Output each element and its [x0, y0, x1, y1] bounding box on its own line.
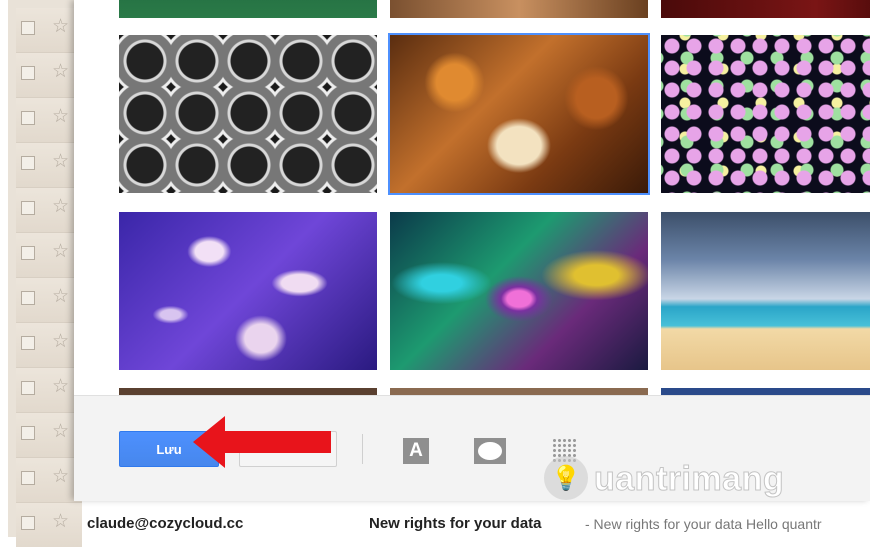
- star-icon[interactable]: ☆: [52, 62, 69, 81]
- row-checkbox[interactable]: [21, 336, 35, 350]
- inbox-row[interactable]: ☆: [16, 368, 82, 413]
- row-checkbox[interactable]: [21, 426, 35, 440]
- theme-thumbnail-bokeh-lights[interactable]: [661, 35, 870, 193]
- inbox-row[interactable]: ☆: [16, 278, 82, 323]
- inbox-row[interactable]: ☆: [16, 233, 82, 278]
- watermark: 💡 uantrimang: [544, 456, 844, 502]
- row-checkbox[interactable]: [21, 201, 35, 215]
- star-icon[interactable]: ☆: [52, 197, 69, 216]
- email-snippet: - New rights for your data Hello quantr: [585, 516, 822, 532]
- star-icon[interactable]: ☆: [52, 242, 69, 261]
- theme-grid: [74, 0, 870, 395]
- theme-thumbnail-row3-right[interactable]: [661, 388, 870, 395]
- theme-thumbnail-row3-left[interactable]: [119, 388, 377, 395]
- email-subject: New rights for your data: [369, 515, 542, 532]
- text-background-icon[interactable]: A: [403, 438, 429, 464]
- inbox-row[interactable]: ☆: [16, 323, 82, 368]
- star-icon[interactable]: ☆: [52, 422, 69, 441]
- blur-icon[interactable]: [552, 438, 576, 462]
- theme-thumbnail-beach[interactable]: [661, 212, 870, 370]
- theme-thumbnail-jellyfish[interactable]: [119, 212, 377, 370]
- row-checkbox[interactable]: [21, 246, 35, 260]
- watermark-text: uantrimang: [593, 460, 785, 499]
- row-checkbox[interactable]: [21, 381, 35, 395]
- row-checkbox[interactable]: [21, 291, 35, 305]
- email-row[interactable]: claude@cozycloud.cc New rights for your …: [82, 510, 870, 537]
- lightbulb-icon: 💡: [544, 456, 588, 500]
- inbox-row[interactable]: ☆: [16, 413, 82, 458]
- toolbar-divider: [362, 434, 363, 464]
- inbox-list-background: ☆ ☆ ☆ ☆ ☆ ☆ ☆ ☆ ☆ ☆ ☆ ☆: [0, 0, 82, 547]
- star-icon[interactable]: ☆: [52, 377, 69, 396]
- annotation-arrow: [193, 416, 331, 468]
- theme-thumbnail-autumn-top[interactable]: [390, 0, 648, 18]
- inbox-row[interactable]: ☆: [16, 503, 82, 547]
- row-checkbox[interactable]: [21, 111, 35, 125]
- theme-thumbnail-red-top[interactable]: [661, 0, 870, 18]
- inbox-row[interactable]: ☆: [16, 8, 82, 53]
- theme-thumbnail-steel-pipes[interactable]: [119, 35, 377, 193]
- inbox-row[interactable]: ☆: [16, 188, 82, 233]
- star-icon[interactable]: ☆: [52, 107, 69, 126]
- star-icon[interactable]: ☆: [52, 152, 69, 171]
- star-icon[interactable]: ☆: [52, 17, 69, 36]
- inbox-row[interactable]: ☆: [16, 458, 82, 503]
- row-checkbox[interactable]: [21, 156, 35, 170]
- star-icon[interactable]: ☆: [52, 512, 69, 531]
- row-checkbox[interactable]: [21, 471, 35, 485]
- inbox-row[interactable]: ☆: [16, 143, 82, 188]
- inbox-row[interactable]: ☆: [16, 98, 82, 143]
- row-checkbox[interactable]: [21, 66, 35, 80]
- star-icon[interactable]: ☆: [52, 332, 69, 351]
- vignette-icon[interactable]: [474, 438, 506, 464]
- row-checkbox[interactable]: [21, 21, 35, 35]
- inbox-row[interactable]: ☆: [16, 53, 82, 98]
- star-icon[interactable]: ☆: [52, 287, 69, 306]
- row-checkbox[interactable]: [21, 516, 35, 530]
- theme-thumbnail-autumn-leaves[interactable]: [388, 33, 650, 195]
- theme-thumbnail-row3-middle[interactable]: [390, 388, 648, 395]
- theme-thumbnail-green-landscape[interactable]: [119, 0, 377, 18]
- email-sender: claude@cozycloud.cc: [87, 515, 244, 532]
- star-icon[interactable]: ☆: [52, 467, 69, 486]
- theme-thumbnail-water-drop[interactable]: [390, 212, 648, 370]
